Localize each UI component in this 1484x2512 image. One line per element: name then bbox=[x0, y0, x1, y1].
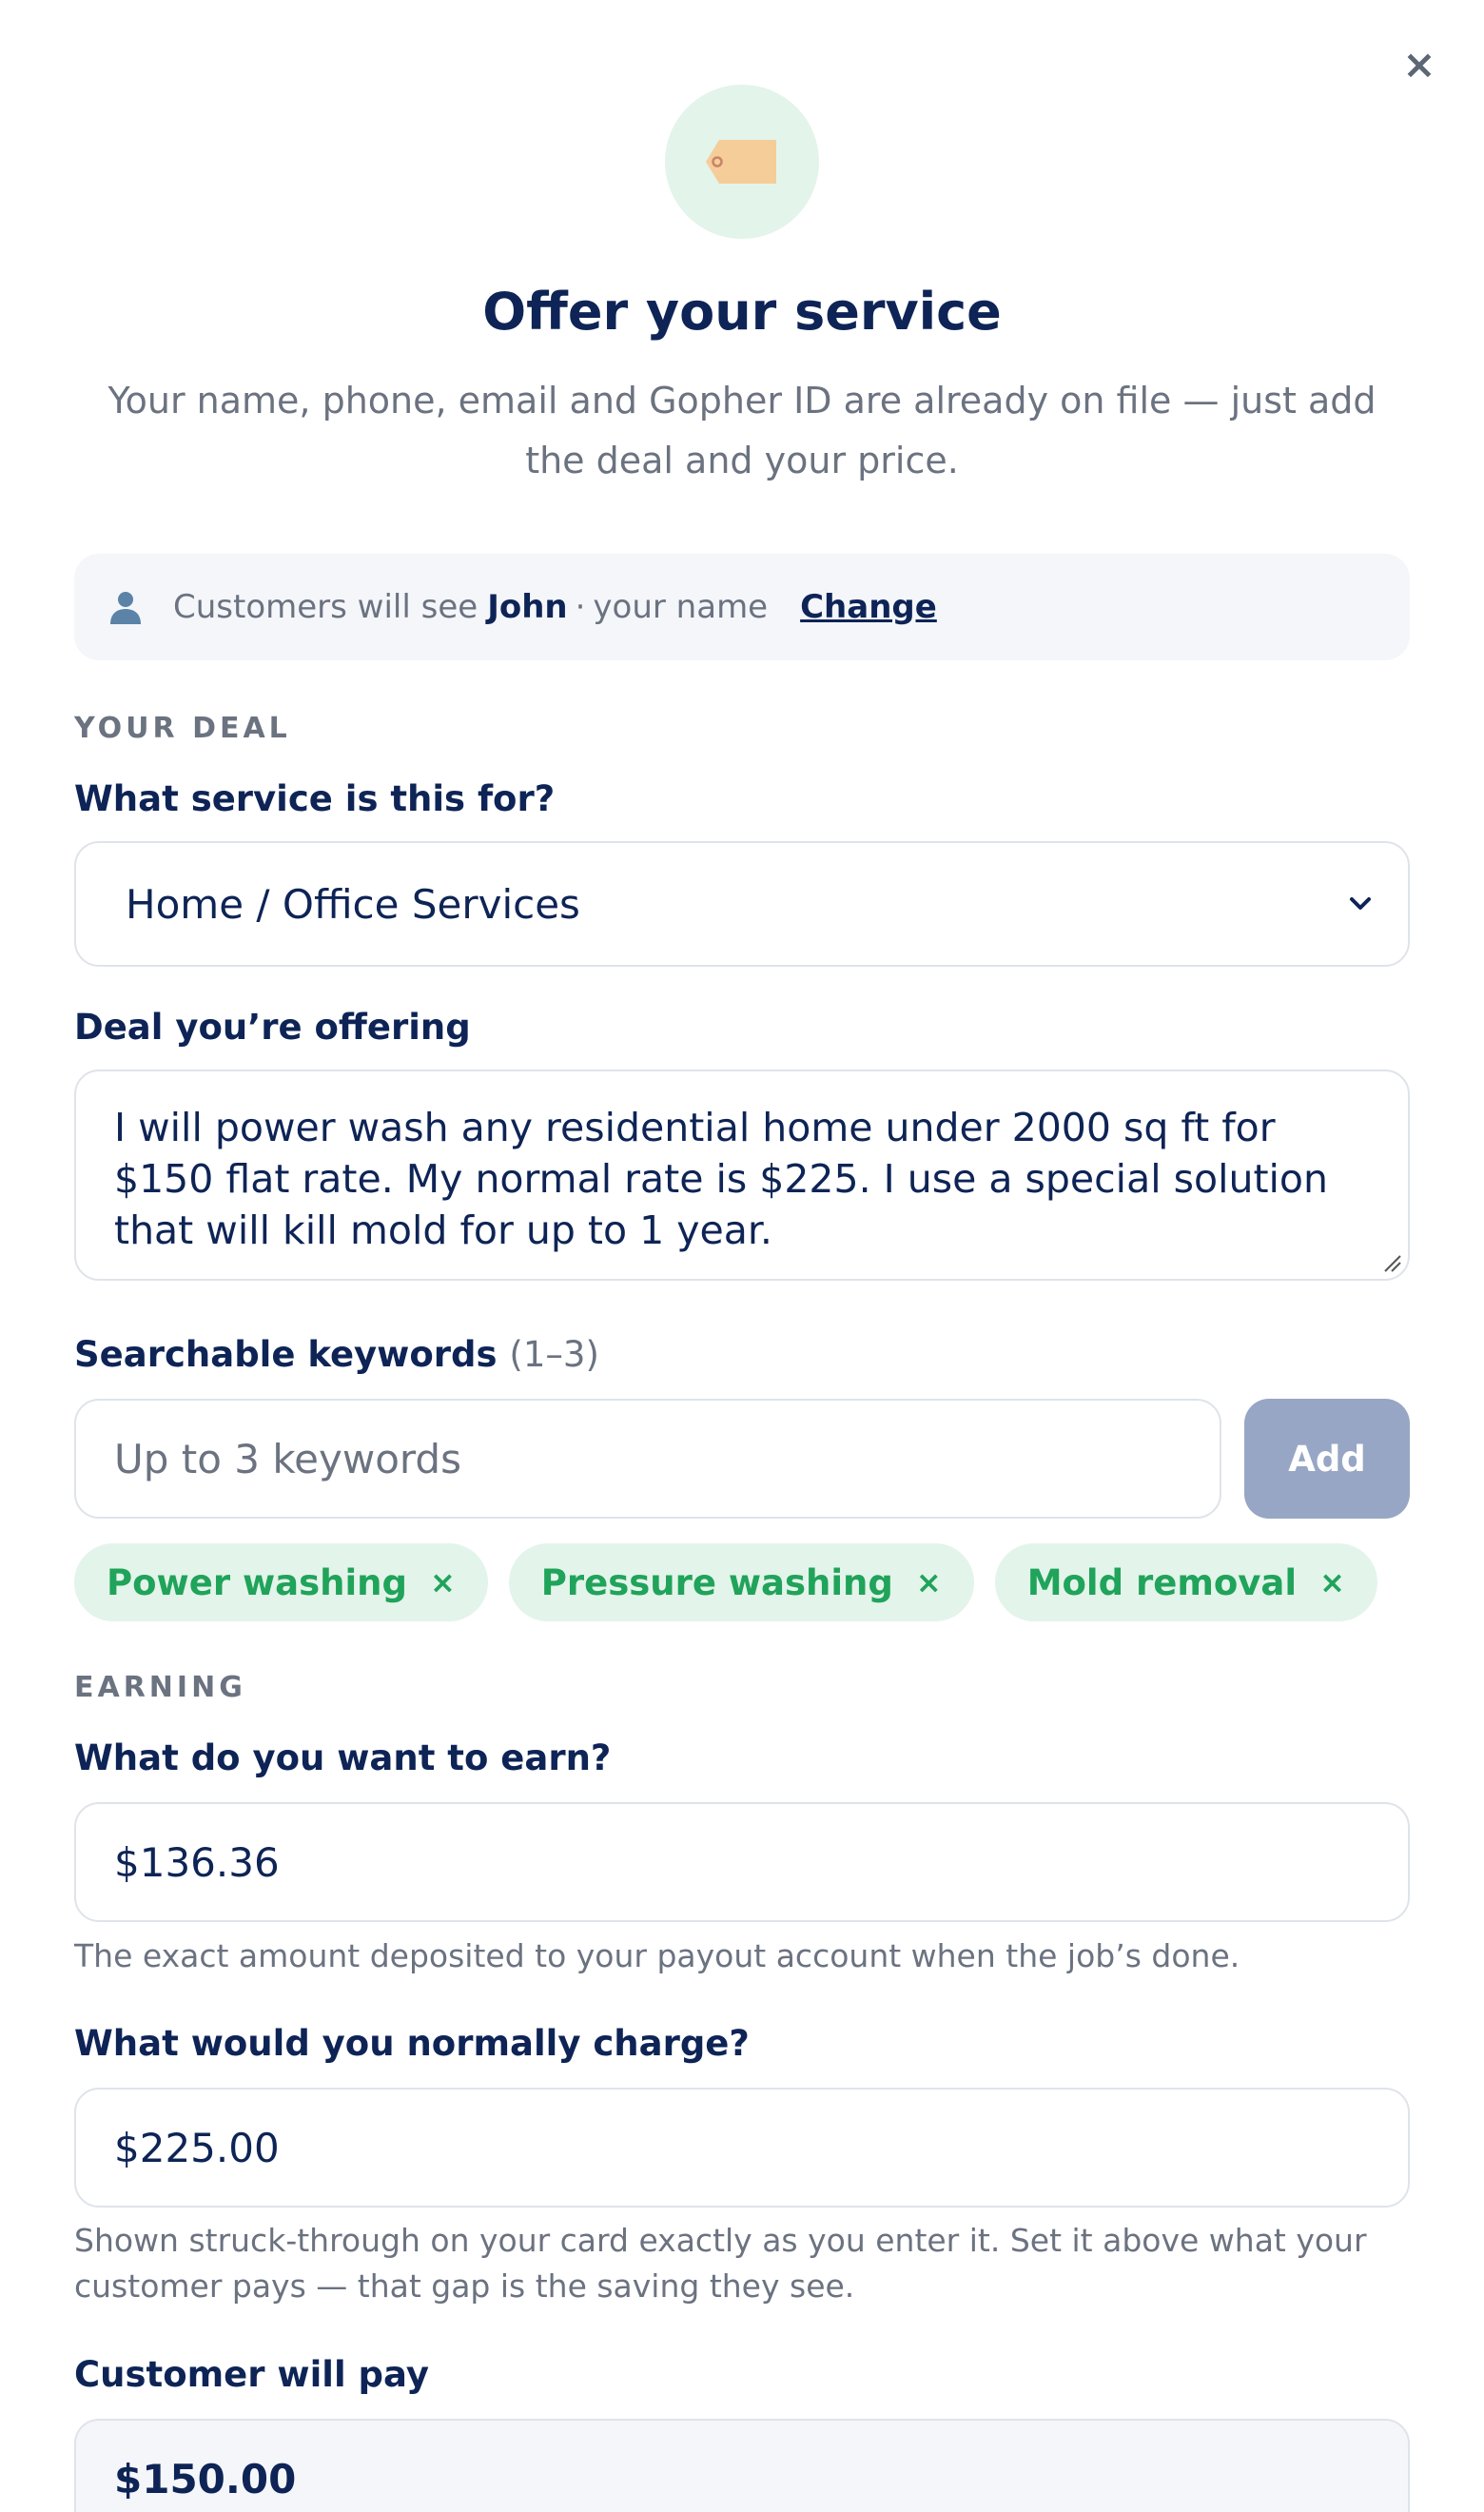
keyword-chip: Pressure washing × bbox=[508, 1543, 974, 1621]
keyword-chip-label: Pressure washing bbox=[540, 1561, 893, 1603]
earn-help-text: The exact amount deposited to your payou… bbox=[74, 1937, 1240, 1974]
identity-banner: Customers will see John · your name Chan… bbox=[74, 554, 1410, 660]
service-select[interactable]: Home / Office Services bbox=[74, 841, 1410, 967]
modal-title: Offer your service bbox=[482, 282, 1002, 342]
keyword-chip-label: Power washing bbox=[107, 1561, 407, 1603]
keywords-placeholder: Up to 3 keywords bbox=[114, 1435, 461, 1482]
identity-suffix: your name bbox=[593, 588, 769, 626]
normal-price-field-label: What would you normally charge? bbox=[74, 2023, 750, 2064]
keywords-input[interactable]: Up to 3 keywords bbox=[74, 1399, 1221, 1519]
keyword-chip: Mold removal × bbox=[994, 1543, 1377, 1621]
offer-textarea[interactable]: I will power wash any residential home u… bbox=[74, 1070, 1410, 1281]
service-field-label: What service is this for? bbox=[74, 778, 556, 819]
close-icon: × bbox=[1402, 41, 1436, 88]
earn-value: $136.36 bbox=[114, 1838, 280, 1886]
section-heading-your-deal: YOUR DEAL bbox=[74, 712, 291, 745]
display-name: John bbox=[487, 588, 568, 626]
person-icon bbox=[110, 592, 141, 624]
service-select-value: Home / Office Services bbox=[126, 880, 580, 928]
remove-keyword-icon[interactable]: × bbox=[430, 1564, 456, 1600]
offer-text: I will power wash any residential home u… bbox=[114, 1105, 1328, 1253]
modal-subtitle: Your name, phone, email and Gopher ID ar… bbox=[107, 380, 1377, 481]
close-button[interactable]: × bbox=[1398, 44, 1440, 86]
normal-price-input[interactable]: $225.00 bbox=[74, 2088, 1410, 2208]
customer-pays-field-label: Customer will pay bbox=[74, 2354, 429, 2395]
normal-price-value: $225.00 bbox=[114, 2124, 280, 2171]
keywords-field-label: Searchable keywords (1–3) bbox=[74, 1334, 599, 1375]
remove-keyword-icon[interactable]: × bbox=[1319, 1564, 1345, 1600]
earn-field-label: What do you want to earn? bbox=[74, 1737, 612, 1778]
hero-icon-badge bbox=[665, 85, 819, 239]
earn-input[interactable]: $136.36 bbox=[74, 1802, 1410, 1922]
resize-grip-icon[interactable] bbox=[1379, 1250, 1402, 1273]
offer-field-label: Deal you’re offering bbox=[74, 1007, 471, 1048]
customer-pays-value: $150.00 bbox=[114, 2455, 297, 2502]
chevron-down-icon bbox=[1350, 897, 1371, 910]
change-name-link[interactable]: Change bbox=[800, 588, 937, 626]
customer-pays-output: $150.00 bbox=[74, 2419, 1410, 2512]
identity-separator: · bbox=[575, 588, 586, 626]
section-heading-earning: EARNING bbox=[74, 1671, 246, 1704]
keywords-count-hint: (1–3) bbox=[509, 1334, 599, 1375]
price-tag-icon bbox=[706, 140, 776, 184]
remove-keyword-icon[interactable]: × bbox=[916, 1564, 942, 1600]
add-keyword-button[interactable]: Add bbox=[1244, 1399, 1410, 1519]
keyword-chip: Power washing × bbox=[74, 1543, 488, 1621]
keyword-chip-label: Mold removal bbox=[1026, 1561, 1298, 1603]
normal-price-help-text: Shown struck-through on your card exactl… bbox=[74, 2222, 1367, 2305]
identity-prefix: Customers will see bbox=[173, 588, 478, 626]
keywords-label-text: Searchable keywords bbox=[74, 1334, 498, 1375]
keyword-chips: Power washing × Pressure washing × Mold … bbox=[74, 1543, 1377, 1621]
